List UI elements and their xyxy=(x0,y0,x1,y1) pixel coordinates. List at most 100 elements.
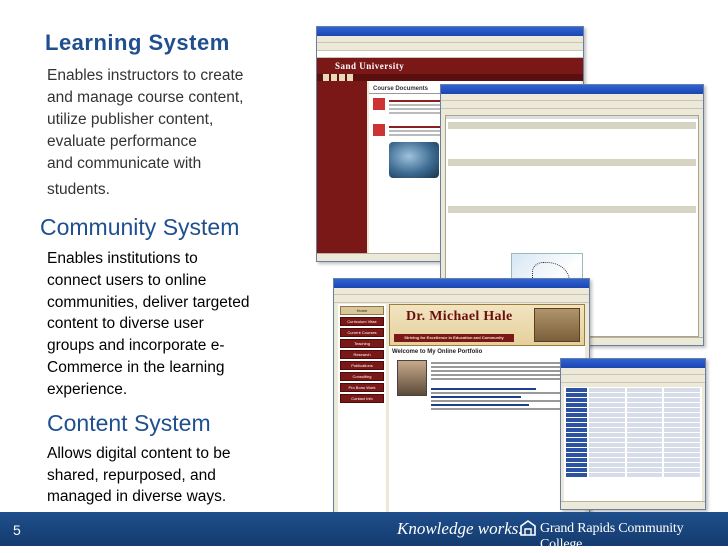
table-row xyxy=(566,423,701,427)
learning-line: evaluate performance xyxy=(47,133,197,150)
table-row xyxy=(566,458,701,462)
grcc-logo-icon xyxy=(520,520,536,536)
table-row xyxy=(566,463,701,467)
portfolio-nav: Home Curriculum Vitae Current Courses Te… xyxy=(338,304,386,519)
course-sidebar xyxy=(317,81,367,253)
browser-menubar xyxy=(317,36,583,43)
portfolio-nav-item: Publications xyxy=(340,361,384,370)
table-row xyxy=(566,448,701,452)
portfolio-name: Dr. Michael Hale xyxy=(406,309,513,324)
browser-toolbar xyxy=(441,101,703,109)
portrait-photo xyxy=(397,360,427,396)
browser-toolbar xyxy=(334,295,589,303)
learning-system-description: Enables instructors to create and manage… xyxy=(47,65,297,201)
content-line: shared, repurposed, and xyxy=(47,466,216,484)
table-row xyxy=(566,408,701,412)
text-line xyxy=(431,392,581,394)
footer-tagline: Knowledge works. xyxy=(397,519,523,538)
browser-titlebar xyxy=(317,27,583,36)
community-line: connect users to online xyxy=(47,271,207,289)
portfolio-nav-item: Contact Info xyxy=(340,394,384,403)
footer-bar: 5 Knowledge works. Grand Rapids Communit… xyxy=(0,512,728,552)
learning-line: Enables instructors to create xyxy=(47,67,244,84)
content-system-heading: Content System xyxy=(47,410,211,436)
college-name: Grand Rapids Community College xyxy=(540,521,684,552)
course-tab xyxy=(339,74,345,81)
text-line xyxy=(431,362,581,364)
document-icon xyxy=(373,124,385,136)
table-row xyxy=(566,468,701,472)
table-row xyxy=(566,473,701,477)
portfolio-nav-item: Teaching xyxy=(340,339,384,348)
text-line xyxy=(431,388,536,390)
portfolio-screenshot: Home Curriculum Vitae Current Courses Te… xyxy=(333,278,590,528)
portfolio-nav-item: Current Courses xyxy=(340,328,384,337)
course-tab xyxy=(347,74,353,81)
table-screenshot xyxy=(560,358,706,510)
text-line xyxy=(431,374,581,376)
community-line: content to diverse user xyxy=(47,315,204,333)
portfolio-text-lines xyxy=(431,360,581,412)
table-row xyxy=(566,453,701,457)
document-icon xyxy=(373,98,385,110)
page-number: 5 xyxy=(13,522,21,538)
portfolio-nav-item: Research xyxy=(340,350,384,359)
browser-titlebar xyxy=(441,85,703,94)
table-row xyxy=(566,403,701,407)
text-line xyxy=(431,370,581,372)
table-row xyxy=(566,398,701,402)
content-line: Allows digital content to be xyxy=(47,445,231,462)
community-line: communities, deliver targeted xyxy=(47,293,250,311)
table-row xyxy=(566,393,701,397)
text-line xyxy=(431,404,529,406)
dolphin-image xyxy=(389,142,439,178)
browser-toolbar xyxy=(561,375,705,383)
community-line: Enables institutions to xyxy=(47,250,198,267)
portfolio-welcome: Welcome to My Online Portfolio xyxy=(392,349,483,355)
community-system-heading: Community System xyxy=(40,214,240,240)
portfolio-nav-item: Pro Bono Work xyxy=(340,383,384,392)
question-header xyxy=(448,159,696,166)
table-row xyxy=(566,438,701,442)
portfolio-nav-item: Consulting xyxy=(340,372,384,381)
learning-system-heading: Learning System xyxy=(45,30,230,55)
table-row xyxy=(566,418,701,422)
browser-menubar xyxy=(561,368,705,375)
content-system-description: Allows digital content to be shared, rep… xyxy=(47,443,297,508)
text-line xyxy=(431,366,581,368)
browser-toolbar xyxy=(317,43,583,51)
table-content xyxy=(564,387,702,501)
community-system-description: Enables institutions to connect users to… xyxy=(47,248,297,401)
table-row xyxy=(566,428,701,432)
question-header xyxy=(448,206,696,213)
table-row xyxy=(566,443,701,447)
portfolio-content: Welcome to My Online Portfolio xyxy=(389,346,585,519)
portfolio-header: Dr. Michael Hale Striving for Excellence… xyxy=(389,304,585,346)
question-header xyxy=(448,122,696,129)
community-line: Commerce in the learning xyxy=(47,358,225,376)
building-image xyxy=(534,308,580,342)
learning-line: students. xyxy=(47,181,110,198)
learning-line: and communicate with xyxy=(47,155,202,172)
learning-line: and manage course content, xyxy=(47,89,244,106)
table-row xyxy=(566,413,701,417)
browser-statusbar xyxy=(561,501,705,509)
text-line xyxy=(431,396,521,398)
table-row xyxy=(566,388,701,392)
table-row xyxy=(566,433,701,437)
portfolio-tagline: Striving for Excellence in Education and… xyxy=(394,334,514,342)
browser-address-bar xyxy=(317,51,583,58)
sand-university-banner: Sand University xyxy=(317,58,583,74)
community-line: groups and incorporate e- xyxy=(47,337,225,355)
browser-menubar xyxy=(441,94,703,101)
slide: Learning System Enables instructors to c… xyxy=(0,0,728,552)
community-line: experience. xyxy=(47,380,128,398)
course-tabs xyxy=(317,74,583,81)
learning-line: utilize publisher content, xyxy=(47,111,214,128)
content-line: managed in diverse ways. xyxy=(47,488,227,505)
browser-titlebar xyxy=(561,359,705,368)
portfolio-nav-item: Curriculum Vitae xyxy=(340,317,384,326)
text-line xyxy=(431,400,581,402)
text-line xyxy=(431,378,581,380)
form-row xyxy=(446,118,698,119)
